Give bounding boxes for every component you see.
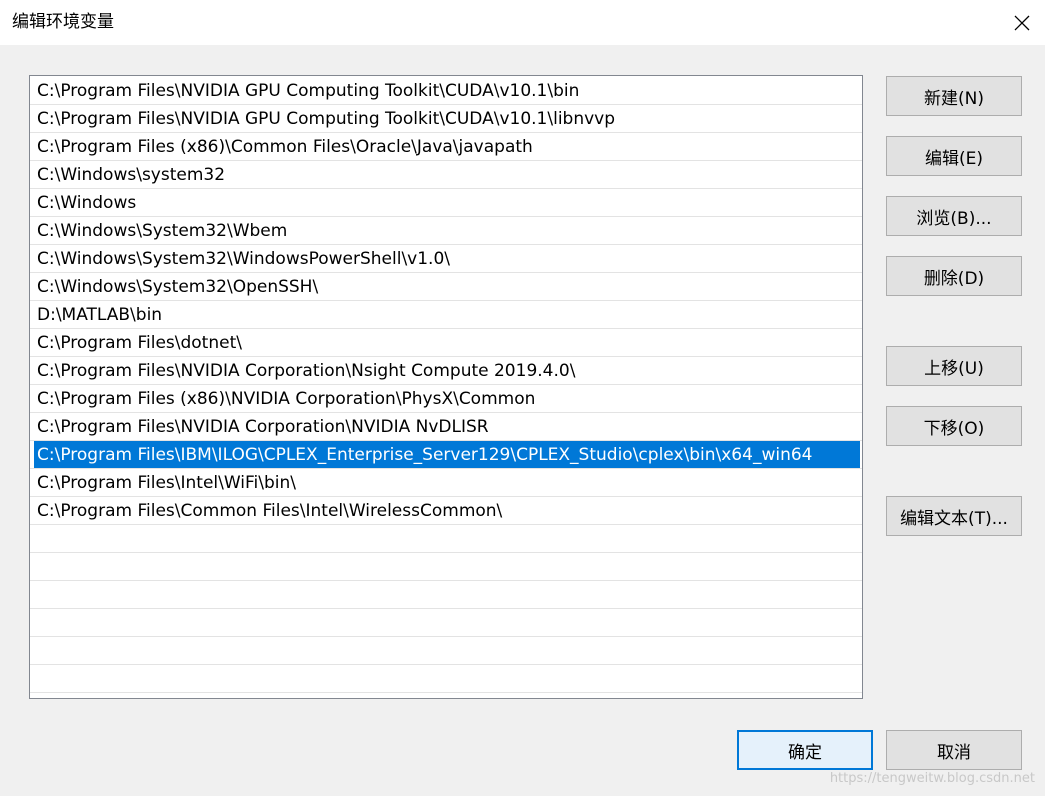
- list-item-label: C:\Program Files\NVIDIA GPU Computing To…: [37, 81, 580, 101]
- list-item-label: C:\Windows\system32: [37, 165, 226, 185]
- list-item[interactable]: [30, 693, 862, 698]
- list-item-label: D:\MATLAB\bin: [37, 305, 163, 325]
- edit-button[interactable]: 编辑(E): [886, 136, 1022, 176]
- list-item[interactable]: C:\Windows\System32\OpenSSH\: [30, 273, 862, 301]
- watermark: https://tengweitw.blog.csdn.net: [829, 771, 1035, 786]
- list-item-label: C:\Program Files\dotnet\: [37, 333, 242, 353]
- path-list[interactable]: C:\Program Files\NVIDIA GPU Computing To…: [29, 75, 863, 699]
- list-item[interactable]: C:\Program Files\NVIDIA Corporation\NVID…: [30, 413, 862, 441]
- list-item[interactable]: C:\Windows\system32: [30, 161, 862, 189]
- list-item[interactable]: C:\Program Files (x86)\NVIDIA Corporatio…: [30, 385, 862, 413]
- close-button[interactable]: [999, 0, 1045, 45]
- list-item[interactable]: D:\MATLAB\bin: [30, 301, 862, 329]
- list-item[interactable]: [30, 609, 862, 637]
- list-item[interactable]: C:\Windows\System32\WindowsPowerShell\v1…: [30, 245, 862, 273]
- list-item-label: C:\Program Files\IBM\ILOG\CPLEX_Enterpri…: [37, 445, 813, 465]
- list-item[interactable]: C:\Windows: [30, 189, 862, 217]
- list-item[interactable]: C:\Program Files (x86)\Common Files\Orac…: [30, 133, 862, 161]
- edit-text-button[interactable]: 编辑文本(T)...: [886, 496, 1022, 536]
- list-item[interactable]: [30, 525, 862, 553]
- list-item-label: C:\Program Files (x86)\NVIDIA Corporatio…: [37, 389, 536, 409]
- list-item[interactable]: [30, 665, 862, 693]
- list-item[interactable]: [30, 553, 862, 581]
- list-item[interactable]: C:\Program Files\NVIDIA GPU Computing To…: [30, 77, 862, 105]
- list-item-label: C:\Windows\System32\OpenSSH\: [37, 277, 319, 297]
- list-item-label: C:\Program Files (x86)\Common Files\Orac…: [37, 137, 533, 157]
- list-item-label: C:\Windows\System32\Wbem: [37, 221, 288, 241]
- cancel-button[interactable]: 取消: [886, 730, 1022, 770]
- move-down-button[interactable]: 下移(O): [886, 406, 1022, 446]
- move-up-button[interactable]: 上移(U): [886, 346, 1022, 386]
- delete-button[interactable]: 删除(D): [886, 256, 1022, 296]
- list-item[interactable]: C:\Program Files\NVIDIA GPU Computing To…: [30, 105, 862, 133]
- list-item[interactable]: C:\Program Files\NVIDIA Corporation\Nsig…: [30, 357, 862, 385]
- list-item-label: C:\Windows\System32\WindowsPowerShell\v1…: [37, 249, 450, 269]
- list-item[interactable]: C:\Program Files\IBM\ILOG\CPLEX_Enterpri…: [30, 441, 862, 469]
- title-bar[interactable]: 编辑环境变量: [0, 0, 1045, 45]
- list-item-label: C:\Program Files\NVIDIA GPU Computing To…: [37, 109, 616, 129]
- list-item-label: C:\Program Files\Intel\WiFi\bin\: [37, 473, 297, 493]
- list-item-label: C:\Program Files\Common Files\Intel\Wire…: [37, 501, 503, 521]
- list-item[interactable]: C:\Program Files\Intel\WiFi\bin\: [30, 469, 862, 497]
- window-title: 编辑环境变量: [12, 12, 114, 32]
- list-item[interactable]: C:\Program Files\dotnet\: [30, 329, 862, 357]
- list-item-label: C:\Program Files\NVIDIA Corporation\Nsig…: [37, 361, 576, 381]
- list-item-label: C:\Program Files\NVIDIA Corporation\NVID…: [37, 417, 489, 437]
- list-item-label: C:\Windows: [37, 193, 137, 213]
- new-button[interactable]: 新建(N): [886, 76, 1022, 116]
- close-icon: [1014, 15, 1030, 30]
- list-item[interactable]: [30, 637, 862, 665]
- edit-environment-variable-dialog: 编辑环境变量 C:\Program Files\NVIDIA GPU Compu…: [0, 0, 1045, 796]
- ok-button[interactable]: 确定: [737, 730, 873, 770]
- list-item[interactable]: C:\Program Files\Common Files\Intel\Wire…: [30, 497, 862, 525]
- list-item[interactable]: [30, 581, 862, 609]
- list-item[interactable]: C:\Windows\System32\Wbem: [30, 217, 862, 245]
- browse-button[interactable]: 浏览(B)...: [886, 196, 1022, 236]
